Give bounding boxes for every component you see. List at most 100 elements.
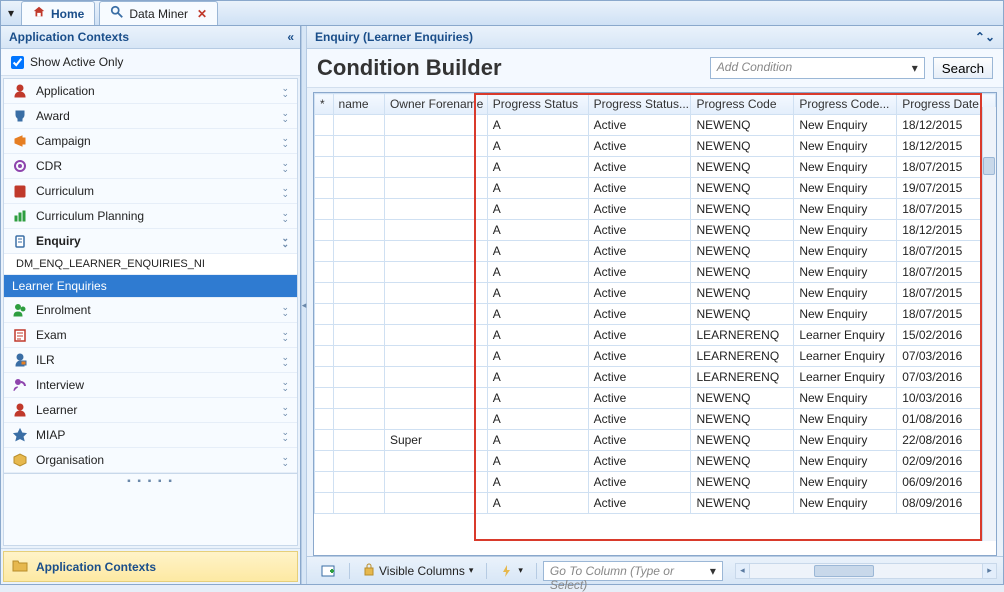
table-cell[interactable]: NEWENQ <box>691 388 794 409</box>
table-cell[interactable] <box>333 493 384 514</box>
sidebar-item-curriculum-planning[interactable]: Curriculum Planning⌄⌄ <box>4 204 297 229</box>
table-cell[interactable]: A <box>487 325 588 346</box>
sidebar-footer-bar[interactable]: Application Contexts <box>3 551 298 582</box>
table-cell[interactable]: LEARNERENQ <box>691 346 794 367</box>
table-cell[interactable]: Active <box>588 409 691 430</box>
table-cell[interactable] <box>384 472 487 493</box>
show-active-checkbox[interactable] <box>11 56 24 69</box>
table-cell[interactable]: NEWENQ <box>691 157 794 178</box>
table-cell[interactable]: NEWENQ <box>691 493 794 514</box>
table-cell[interactable]: New Enquiry <box>794 220 897 241</box>
table-cell[interactable]: A <box>487 493 588 514</box>
table-cell[interactable] <box>315 115 334 136</box>
table-cell[interactable]: Active <box>588 136 691 157</box>
table-row[interactable]: AActiveNEWENQNew Enquiry18/07/2015 <box>315 262 996 283</box>
quick-action-button[interactable]: ▾ <box>493 561 530 581</box>
sidebar-item-interview[interactable]: Interview⌄⌄ <box>4 373 297 398</box>
table-cell[interactable] <box>315 367 334 388</box>
tabbar-menu-icon[interactable]: ▾ <box>5 7 17 19</box>
table-cell[interactable] <box>384 367 487 388</box>
table-cell[interactable]: A <box>487 283 588 304</box>
table-cell[interactable] <box>384 199 487 220</box>
expand-icon[interactable]: ⌃⌄ <box>975 30 995 44</box>
table-cell[interactable] <box>384 325 487 346</box>
table-row[interactable]: AActiveNEWENQNew Enquiry18/07/2015 <box>315 157 996 178</box>
table-cell[interactable]: Learner Enquiry <box>794 346 897 367</box>
table-row[interactable]: AActiveNEWENQNew Enquiry18/07/2015 <box>315 304 996 325</box>
sidebar-item-award[interactable]: Award⌄⌄ <box>4 104 297 129</box>
table-cell[interactable] <box>315 262 334 283</box>
table-cell[interactable] <box>315 430 334 451</box>
table-cell[interactable]: 22/08/2016 <box>897 430 996 451</box>
table-row[interactable]: AActiveNEWENQNew Enquiry18/07/2015 <box>315 199 996 220</box>
table-cell[interactable]: 06/09/2016 <box>897 472 996 493</box>
table-cell[interactable] <box>315 493 334 514</box>
table-cell[interactable]: A <box>487 367 588 388</box>
column-header[interactable]: Progress Status... <box>588 94 691 115</box>
table-cell[interactable] <box>315 283 334 304</box>
table-cell[interactable]: Active <box>588 220 691 241</box>
table-cell[interactable] <box>315 304 334 325</box>
table-cell[interactable]: 18/07/2015 <box>897 262 996 283</box>
table-cell[interactable]: Active <box>588 199 691 220</box>
table-cell[interactable]: New Enquiry <box>794 262 897 283</box>
table-cell[interactable]: Active <box>588 283 691 304</box>
table-row[interactable]: AActiveLEARNERENQLearner Enquiry07/03/20… <box>315 346 996 367</box>
table-row[interactable]: AActiveNEWENQNew Enquiry18/07/2015 <box>315 241 996 262</box>
table-cell[interactable]: 18/07/2015 <box>897 283 996 304</box>
column-header[interactable]: Progress Code... <box>794 94 897 115</box>
row-selector-header[interactable]: * <box>315 94 334 115</box>
table-cell[interactable]: Active <box>588 262 691 283</box>
sidebar-item-curriculum[interactable]: Curriculum⌄⌄ <box>4 179 297 204</box>
table-cell[interactable]: NEWENQ <box>691 451 794 472</box>
table-cell[interactable]: Active <box>588 493 691 514</box>
table-cell[interactable] <box>333 388 384 409</box>
table-cell[interactable] <box>384 304 487 325</box>
tab-data-miner[interactable]: Data Miner ✕ <box>99 1 218 25</box>
table-cell[interactable]: New Enquiry <box>794 430 897 451</box>
table-cell[interactable]: NEWENQ <box>691 472 794 493</box>
table-cell[interactable]: A <box>487 115 588 136</box>
new-record-button[interactable] <box>313 560 343 582</box>
table-cell[interactable]: New Enquiry <box>794 304 897 325</box>
table-cell[interactable] <box>333 199 384 220</box>
table-cell[interactable]: 19/07/2015 <box>897 178 996 199</box>
table-cell[interactable]: 07/03/2016 <box>897 367 996 388</box>
column-header[interactable]: Progress Code <box>691 94 794 115</box>
table-cell[interactable]: New Enquiry <box>794 241 897 262</box>
table-cell[interactable]: Active <box>588 430 691 451</box>
table-cell[interactable] <box>333 241 384 262</box>
table-cell[interactable]: NEWENQ <box>691 220 794 241</box>
table-cell[interactable] <box>333 157 384 178</box>
table-cell[interactable]: A <box>487 220 588 241</box>
table-cell[interactable] <box>315 346 334 367</box>
table-cell[interactable]: Learner Enquiry <box>794 325 897 346</box>
table-row[interactable]: AActiveNEWENQNew Enquiry18/07/2015 <box>315 283 996 304</box>
table-cell[interactable]: NEWENQ <box>691 136 794 157</box>
table-cell[interactable]: 18/07/2015 <box>897 199 996 220</box>
table-cell[interactable]: New Enquiry <box>794 451 897 472</box>
table-cell[interactable]: 08/09/2016 <box>897 493 996 514</box>
sidebar-item-cdr[interactable]: CDR⌄⌄ <box>4 154 297 179</box>
table-row[interactable]: AActiveNEWENQNew Enquiry19/07/2015 <box>315 178 996 199</box>
column-header[interactable]: Owner Forename <box>384 94 487 115</box>
add-condition-select[interactable]: Add Condition <box>710 57 925 79</box>
table-row[interactable]: AActiveNEWENQNew Enquiry06/09/2016 <box>315 472 996 493</box>
table-cell[interactable]: 18/12/2015 <box>897 220 996 241</box>
table-cell[interactable]: Active <box>588 241 691 262</box>
table-cell[interactable]: 18/07/2015 <box>897 157 996 178</box>
scroll-left-icon[interactable]: ◂ <box>736 564 750 578</box>
table-cell[interactable] <box>333 367 384 388</box>
table-cell[interactable]: A <box>487 178 588 199</box>
table-cell[interactable]: New Enquiry <box>794 136 897 157</box>
table-cell[interactable]: Active <box>588 325 691 346</box>
table-cell[interactable] <box>384 388 487 409</box>
data-grid[interactable]: *nameOwner ForenameProgress StatusProgre… <box>314 93 996 514</box>
table-cell[interactable]: Active <box>588 178 691 199</box>
table-cell[interactable] <box>333 262 384 283</box>
sidebar-subitem-selected[interactable]: Learner Enquiries <box>4 275 297 298</box>
table-cell[interactable] <box>333 283 384 304</box>
table-cell[interactable]: New Enquiry <box>794 199 897 220</box>
table-cell[interactable]: 18/07/2015 <box>897 241 996 262</box>
table-cell[interactable] <box>315 409 334 430</box>
